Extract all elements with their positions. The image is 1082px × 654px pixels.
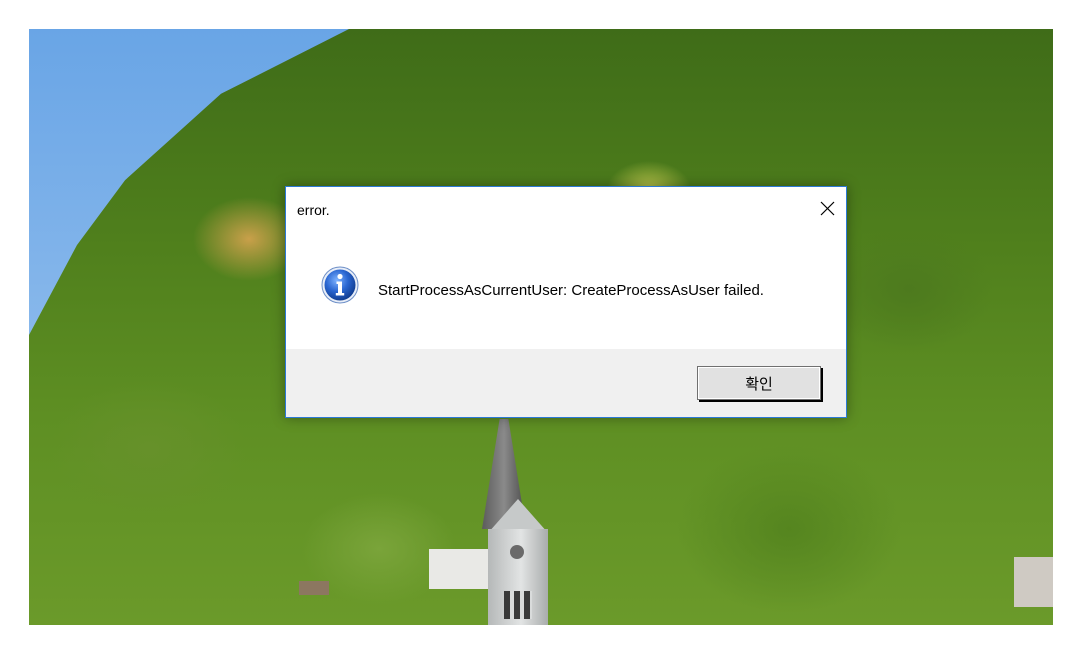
dialog-message-area: StartProcessAsCurrentUser: CreateProcess… bbox=[286, 231, 846, 349]
wallpaper-house bbox=[299, 581, 329, 595]
dialog-titlebar[interactable]: error. bbox=[286, 187, 846, 231]
dialog-button-bar: 확인 bbox=[286, 349, 846, 417]
close-button[interactable] bbox=[812, 193, 842, 223]
close-icon bbox=[820, 201, 834, 215]
wallpaper-church-tower bbox=[474, 419, 548, 625]
wallpaper-house bbox=[1014, 557, 1053, 607]
ok-button[interactable]: 확인 bbox=[697, 366, 823, 402]
information-icon bbox=[321, 266, 359, 304]
dialog-message: StartProcessAsCurrentUser: CreateProcess… bbox=[378, 282, 764, 299]
error-dialog: error. StartProcessAsCurrentUser: Create… bbox=[285, 186, 847, 418]
dialog-title: error. bbox=[297, 202, 330, 218]
